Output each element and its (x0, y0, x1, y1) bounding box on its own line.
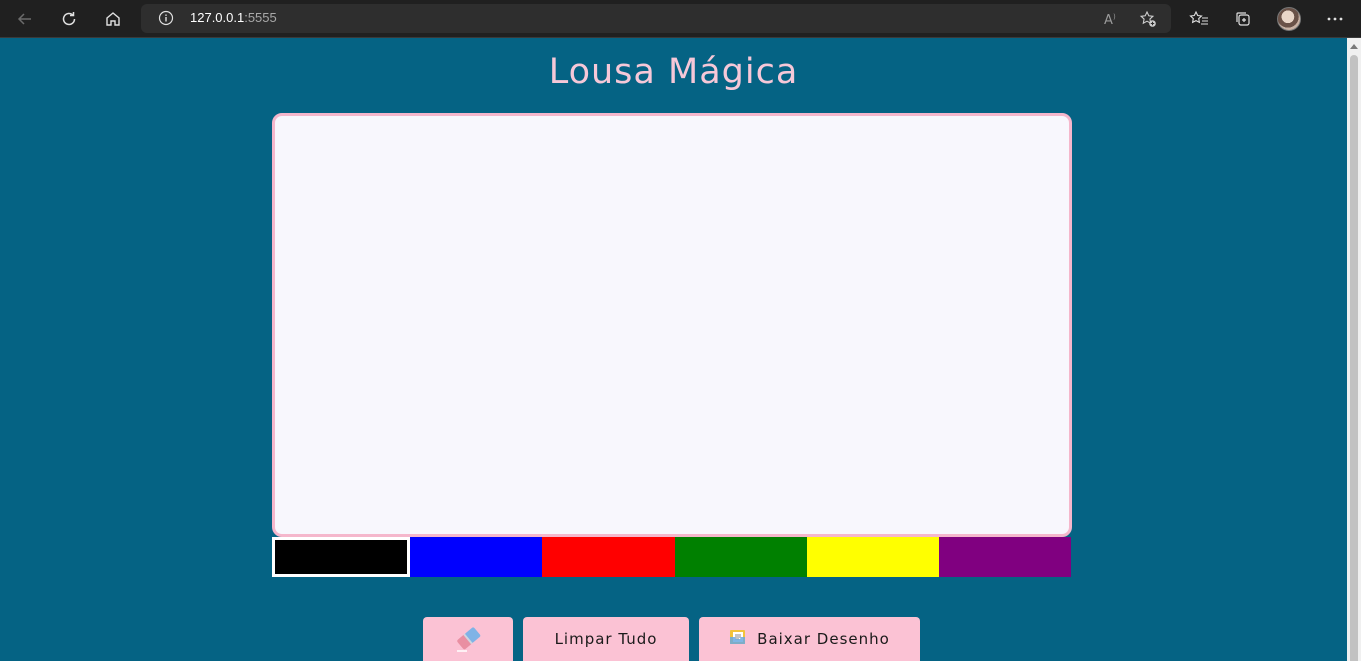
read-aloud-icon[interactable]: A) (1100, 7, 1124, 31)
add-favorite-icon[interactable] (1136, 7, 1160, 31)
address-bar[interactable]: 127.0.0.1:5555 A) (141, 4, 1171, 33)
home-icon (106, 12, 120, 26)
back-arrow-icon (17, 13, 31, 25)
back-button[interactable] (10, 4, 40, 34)
more-options-icon (1327, 17, 1343, 21)
folder-icon (729, 628, 747, 650)
eraser-icon (457, 627, 481, 652)
collections-button[interactable] (1228, 4, 1258, 34)
site-info-icon[interactable] (158, 10, 174, 30)
color-swatch[interactable] (806, 537, 939, 577)
page-scrollbar[interactable] (1347, 38, 1361, 661)
color-swatch[interactable] (410, 537, 543, 577)
eraser-button[interactable] (423, 617, 513, 661)
color-swatch[interactable] (674, 537, 807, 577)
scroll-thumb[interactable] (1350, 55, 1358, 661)
scroll-up-arrow-icon[interactable] (1347, 38, 1361, 54)
download-drawing-button[interactable]: Baixar Desenho (699, 617, 920, 661)
download-label: Baixar Desenho (757, 630, 890, 648)
url-host: 127.0.0.1 (190, 10, 245, 25)
home-button[interactable] (98, 4, 128, 34)
svg-text:): ) (1113, 13, 1116, 21)
refresh-icon (62, 12, 76, 26)
favorites-button[interactable] (1184, 4, 1214, 34)
color-swatch[interactable] (272, 537, 411, 577)
color-swatch[interactable] (542, 537, 675, 577)
clear-all-label: Limpar Tudo (554, 630, 658, 648)
page-title: Lousa Mágica (548, 52, 799, 92)
url-text: 127.0.0.1:5555 (190, 10, 277, 25)
refresh-button[interactable] (54, 4, 84, 34)
profile-avatar[interactable] (1277, 7, 1301, 31)
clear-all-button[interactable]: Limpar Tudo (523, 617, 689, 661)
collections-icon (1236, 12, 1250, 26)
favorites-icon (1189, 10, 1208, 25)
drawing-canvas[interactable] (272, 113, 1072, 537)
color-swatch[interactable] (938, 537, 1072, 577)
svg-text:A: A (1104, 13, 1113, 27)
color-palette (272, 537, 1072, 577)
url-port: :5555 (244, 10, 277, 25)
browser-toolbar: 127.0.0.1:5555 A) (0, 0, 1361, 38)
settings-menu-button[interactable] (1320, 4, 1350, 34)
